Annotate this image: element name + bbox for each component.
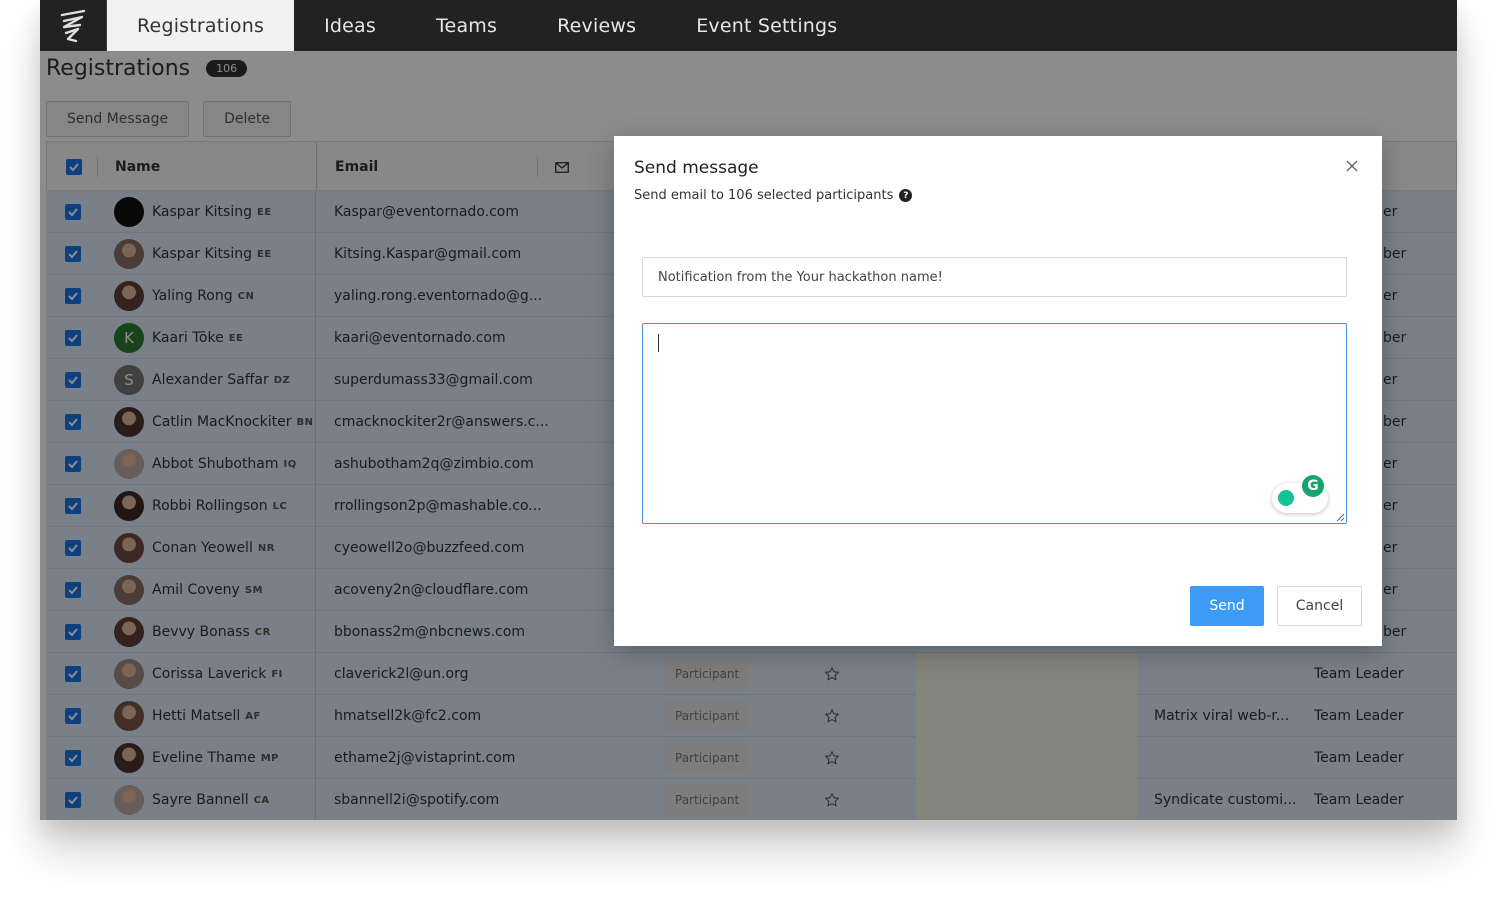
nav-tab-registrations[interactable]: Registrations bbox=[107, 0, 295, 51]
resize-handle-icon[interactable] bbox=[1336, 513, 1344, 521]
send-button[interactable]: Send bbox=[1190, 586, 1264, 626]
nav-tab-event-settings[interactable]: Event Settings bbox=[666, 0, 867, 51]
grammarly-bulb-icon bbox=[1278, 490, 1294, 506]
dialog-title: Send message bbox=[634, 158, 759, 178]
cancel-button[interactable]: Cancel bbox=[1277, 586, 1362, 626]
nav-tab-teams[interactable]: Teams bbox=[406, 0, 527, 51]
help-icon[interactable]: ? bbox=[899, 189, 913, 202]
send-message-dialog: Send message Send email to 106 selected … bbox=[614, 136, 1382, 646]
eventornado-logo-icon[interactable] bbox=[40, 0, 107, 51]
grammarly-logo-icon: G bbox=[1302, 475, 1324, 497]
dialog-subtitle: Send email to 106 selected participants … bbox=[634, 188, 913, 203]
app-window: Registrations Ideas Teams Reviews Event … bbox=[40, 0, 1457, 820]
text-caret bbox=[658, 334, 659, 352]
grammarly-widget[interactable]: G bbox=[1272, 475, 1328, 513]
top-navigation: Registrations Ideas Teams Reviews Event … bbox=[40, 0, 1457, 51]
dialog-subtitle-text: Send email to 106 selected participants bbox=[634, 188, 894, 203]
subject-input[interactable]: Notification from the Your hackathon nam… bbox=[642, 257, 1347, 297]
nav-tab-reviews[interactable]: Reviews bbox=[527, 0, 666, 51]
nav-tab-ideas[interactable]: Ideas bbox=[294, 0, 406, 51]
close-icon[interactable] bbox=[1344, 158, 1360, 174]
message-body-textarea[interactable]: G bbox=[642, 323, 1347, 524]
